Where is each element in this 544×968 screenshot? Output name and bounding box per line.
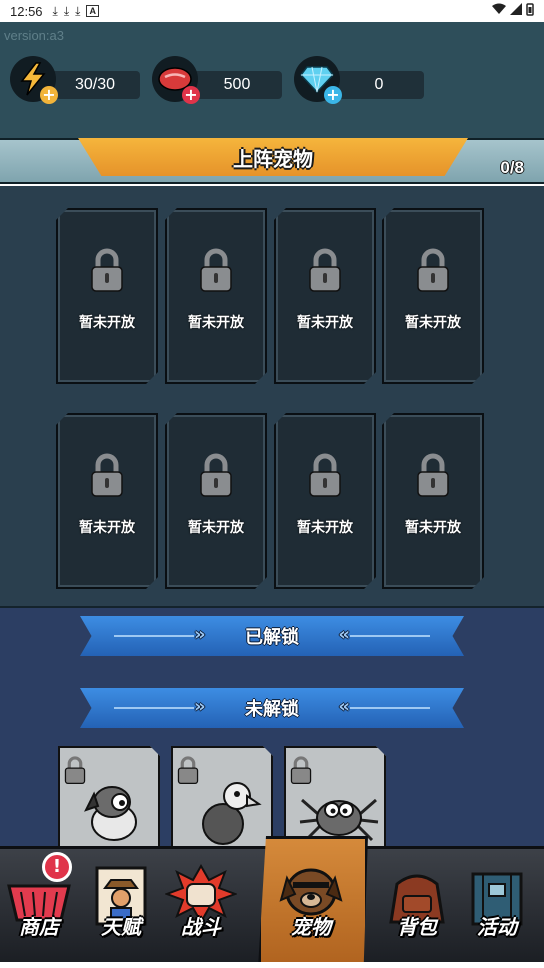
app-notification-icon: A bbox=[86, 5, 99, 17]
vulture-pet-icon bbox=[191, 776, 263, 852]
double-arrow-left-icon: « bbox=[338, 624, 350, 645]
system-gesture-bar bbox=[0, 962, 544, 968]
nav-battle[interactable]: 战斗 bbox=[165, 858, 237, 954]
slot-status: 暂未开放 bbox=[297, 520, 353, 536]
section-title: 上阵宠物 bbox=[78, 138, 468, 176]
dog-pet-icon bbox=[78, 776, 150, 848]
lock-icon bbox=[199, 248, 233, 296]
double-arrow-left-icon: « bbox=[338, 696, 350, 717]
download-icon: ⤓ bbox=[75, 3, 81, 18]
ribbon-line bbox=[114, 707, 194, 709]
shop-alert-badge: ! bbox=[42, 852, 72, 882]
double-arrow-right-icon: » bbox=[194, 624, 206, 645]
lock-icon bbox=[199, 453, 233, 501]
lightning-icon: + bbox=[10, 56, 58, 104]
pet-slot[interactable]: 暂未开放 bbox=[56, 208, 158, 384]
lock-icon bbox=[416, 248, 450, 296]
locked-pet-card[interactable] bbox=[58, 746, 160, 856]
double-arrow-right-icon: » bbox=[194, 696, 206, 717]
ribbon-line bbox=[350, 635, 430, 637]
lock-icon bbox=[90, 453, 124, 501]
pet-slot[interactable]: 暂未开放 bbox=[274, 208, 376, 384]
nav-bag-label: 背包 bbox=[397, 915, 437, 939]
diamond-icon: + bbox=[294, 56, 342, 104]
wifi-icon bbox=[492, 3, 506, 19]
pet-slot[interactable]: 暂未开放 bbox=[274, 413, 376, 589]
pet-slot[interactable]: 暂未开放 bbox=[165, 413, 267, 589]
meat-resource[interactable]: 500 + bbox=[152, 56, 282, 104]
ribbon-line bbox=[350, 707, 430, 709]
nav-activity[interactable]: 活动 bbox=[462, 858, 532, 954]
diamond-resource[interactable]: 0 + bbox=[294, 56, 424, 104]
lock-icon bbox=[90, 248, 124, 296]
locked-pet-card[interactable] bbox=[171, 746, 273, 856]
version-label: version:a3 bbox=[4, 28, 64, 43]
unlocked-section-header[interactable]: » 已解锁 « bbox=[80, 616, 464, 656]
pet-slot[interactable]: 暂未开放 bbox=[165, 208, 267, 384]
slot-status: 暂未开放 bbox=[405, 520, 461, 536]
battery-icon bbox=[526, 3, 534, 19]
pet-slot[interactable]: 暂未开放 bbox=[382, 208, 484, 384]
slot-status: 暂未开放 bbox=[188, 520, 244, 536]
status-icons bbox=[492, 3, 534, 19]
nav-battle-label: 战斗 bbox=[181, 915, 221, 939]
pet-slot[interactable]: 暂未开放 bbox=[382, 413, 484, 589]
signal-icon bbox=[510, 3, 522, 19]
lock-icon bbox=[308, 453, 342, 501]
add-energy-icon[interactable]: + bbox=[40, 86, 58, 104]
ribbon-line bbox=[114, 635, 194, 637]
slot-status: 暂未开放 bbox=[79, 315, 135, 331]
lock-icon bbox=[416, 453, 450, 501]
meat-icon: + bbox=[152, 56, 200, 104]
pet-count: 0/8 bbox=[500, 158, 524, 177]
nav-talent-label: 天赋 bbox=[101, 915, 141, 939]
pet-slot[interactable]: 暂未开放 bbox=[56, 413, 158, 589]
slot-status: 暂未开放 bbox=[297, 315, 353, 331]
nav-shop-label: 商店 bbox=[19, 915, 59, 939]
nav-bag[interactable]: 背包 bbox=[382, 858, 452, 954]
add-diamond-icon[interactable]: + bbox=[324, 86, 342, 104]
slot-status: 暂未开放 bbox=[79, 520, 135, 536]
nav-activity-label: 活动 bbox=[477, 915, 517, 939]
energy-resource[interactable]: 30/30 + bbox=[10, 56, 140, 104]
slot-status: 暂未开放 bbox=[188, 315, 244, 331]
status-time: 12:56 bbox=[10, 3, 43, 19]
add-meat-icon[interactable]: + bbox=[182, 86, 200, 104]
locked-section-header[interactable]: » 未解锁 « bbox=[80, 688, 464, 728]
status-bar: 12:56 ⤓ ⤓ ⤓ A bbox=[0, 0, 544, 22]
download-icon: ⤓ bbox=[63, 3, 70, 18]
locked-label: 未解锁 bbox=[245, 699, 299, 720]
unlocked-label: 已解锁 bbox=[245, 627, 299, 648]
download-icon: ⤓ bbox=[52, 3, 58, 18]
slot-status: 暂未开放 bbox=[405, 315, 461, 331]
nav-pet[interactable]: 宠物 bbox=[276, 858, 346, 954]
lock-icon bbox=[308, 248, 342, 296]
nav-talent[interactable]: 天赋 bbox=[86, 858, 156, 954]
nav-pet-label: 宠物 bbox=[291, 915, 331, 939]
